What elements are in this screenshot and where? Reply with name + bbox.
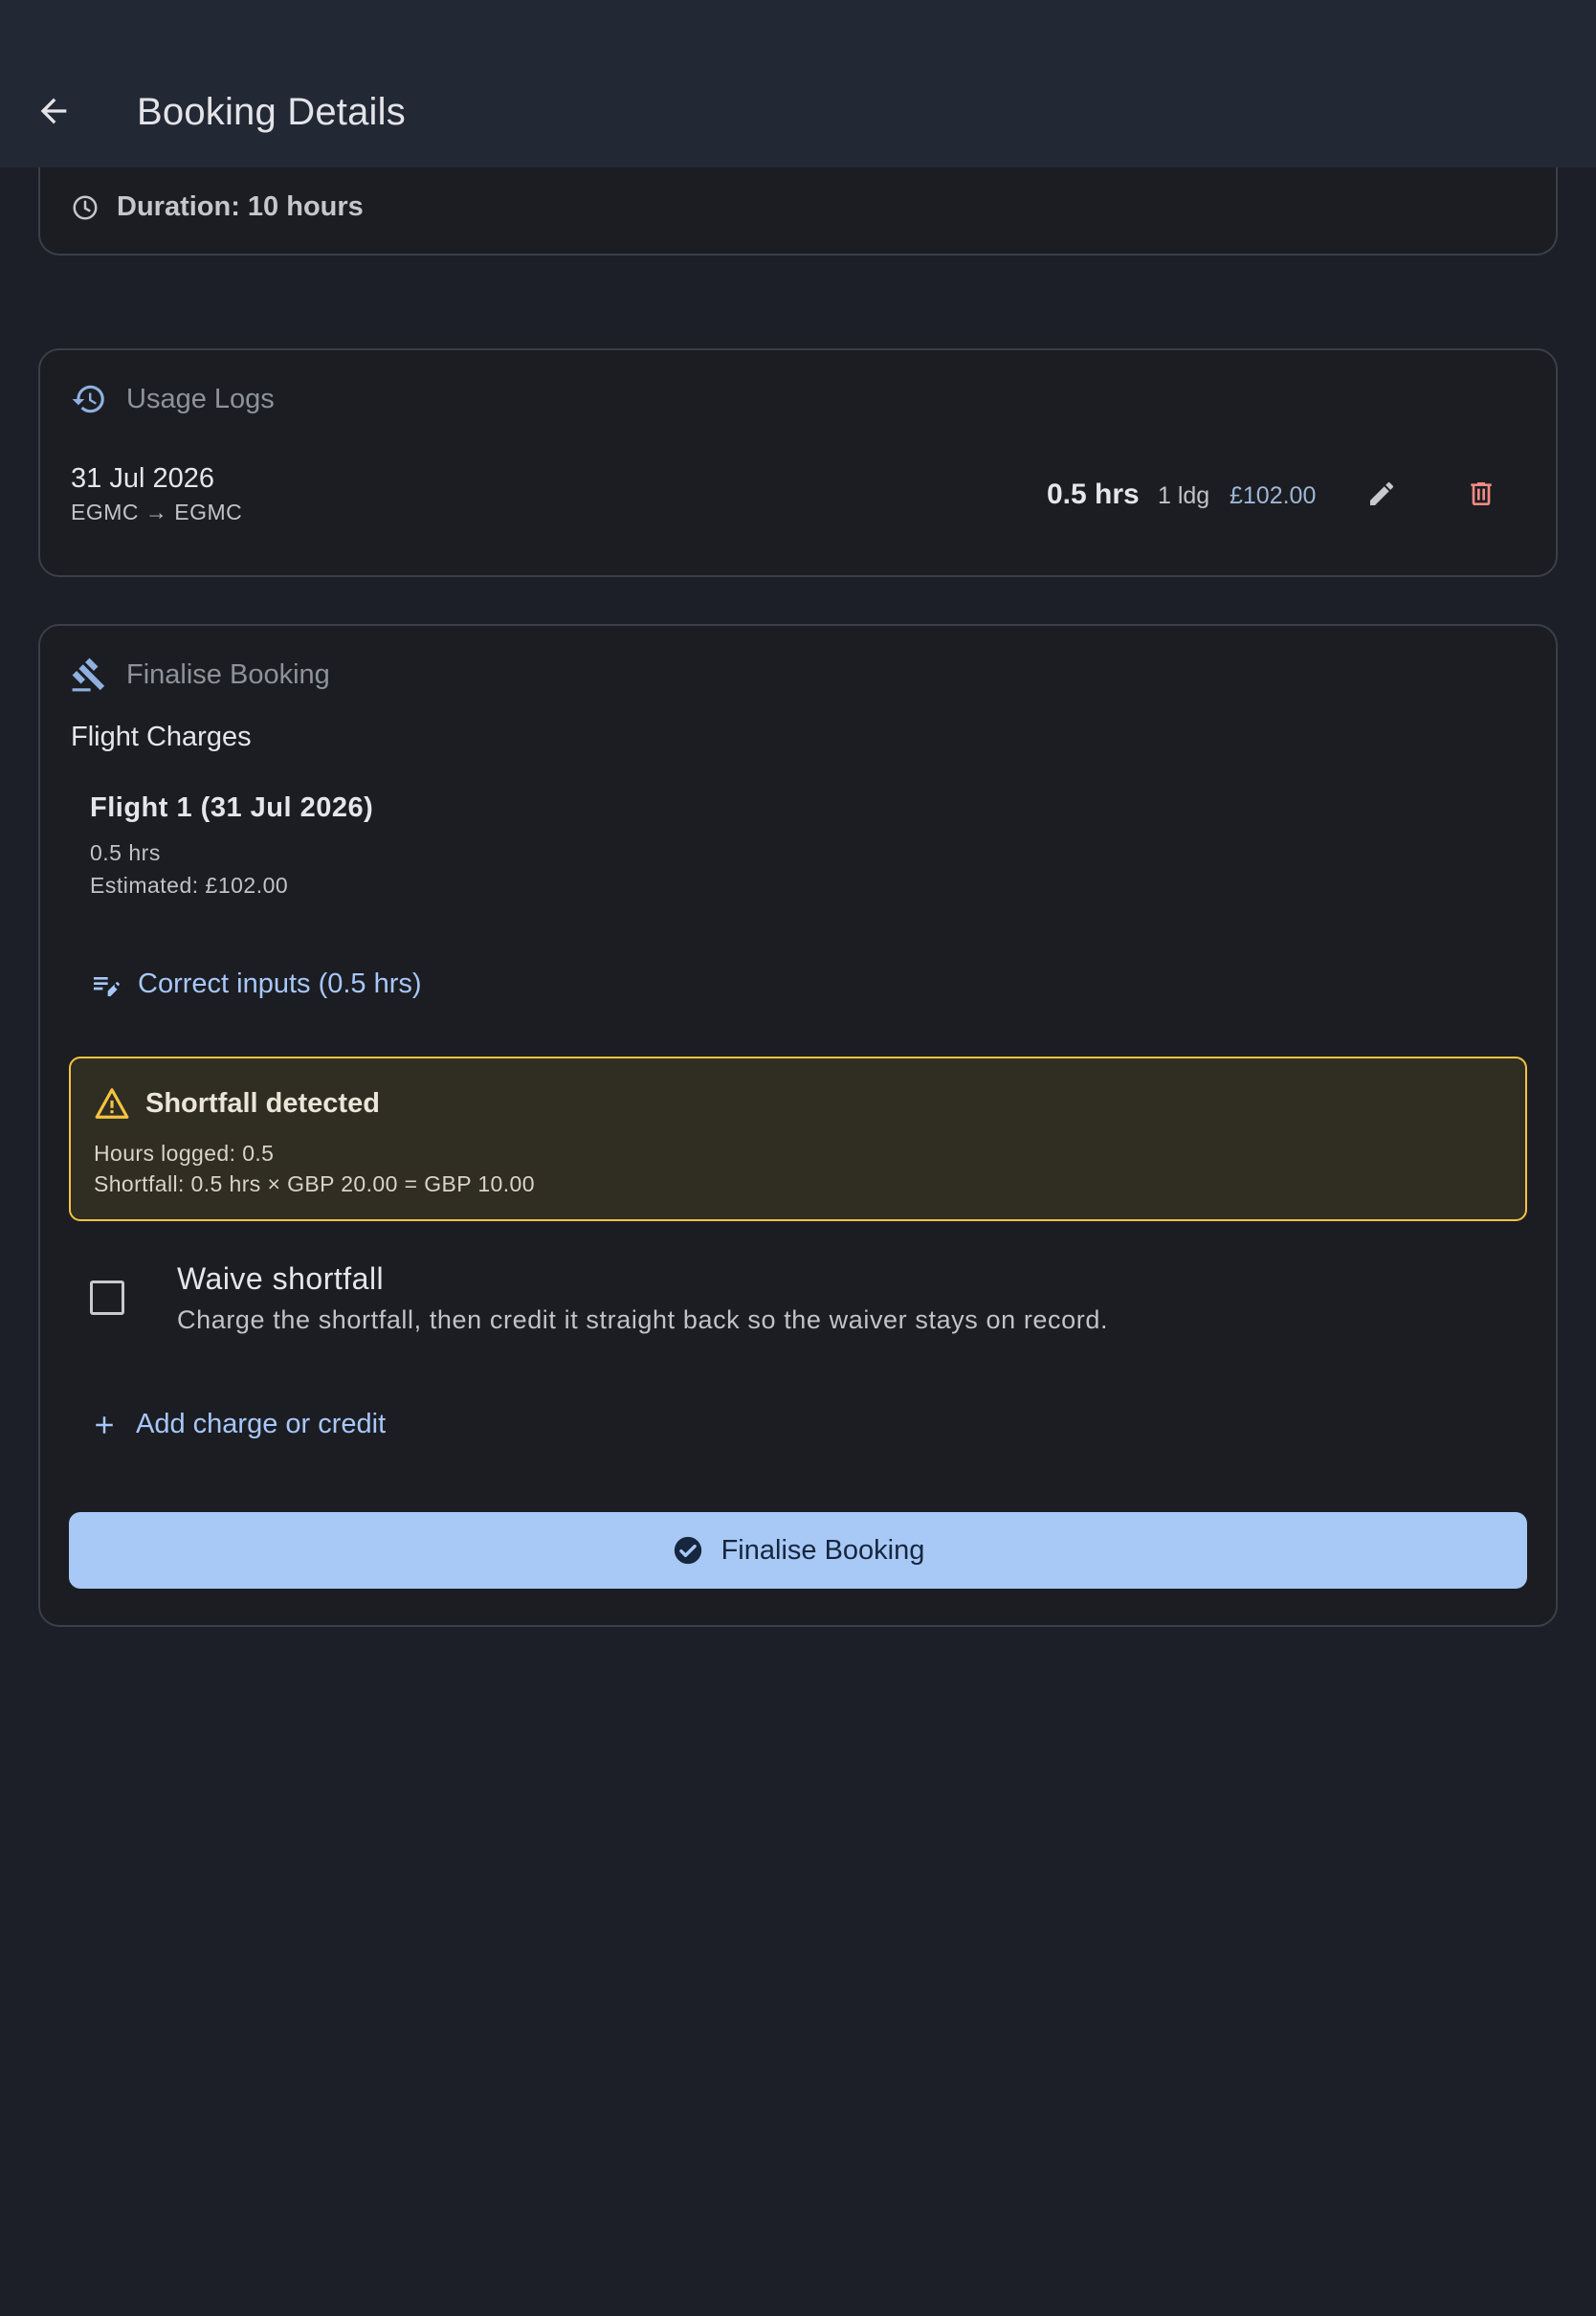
app-bar: Booking Details (0, 0, 1596, 167)
log-hours: 0.5 hrs (1047, 479, 1140, 510)
finalise-title: Finalise Booking (126, 658, 330, 690)
correct-inputs-button[interactable]: Correct inputs (0.5 hrs) (90, 969, 422, 1000)
pencil-icon (1366, 479, 1397, 509)
edit-note-icon (90, 969, 121, 1000)
log-landings: 1 ldg (1158, 482, 1210, 509)
shortfall-calculation: Shortfall: 0.5 hrs × GBP 20.00 = GBP 10.… (94, 1171, 535, 1196)
check-circle-icon (672, 1534, 704, 1567)
warning-icon (94, 1085, 130, 1122)
log-route: EGMC → EGMC (71, 500, 243, 524)
edit-log-button[interactable] (1353, 465, 1410, 523)
waive-shortfall-checkbox[interactable] (90, 1280, 124, 1315)
trash-icon (1466, 479, 1496, 509)
usage-logs-title: Usage Logs (126, 383, 275, 414)
finalise-header: Finalise Booking (71, 657, 330, 693)
page-title: Booking Details (137, 91, 406, 133)
usage-logs-header: Usage Logs (71, 381, 275, 417)
add-charge-button[interactable]: Add charge or credit (90, 1409, 386, 1440)
plus-icon (90, 1411, 119, 1439)
finalise-button-label: Finalise Booking (720, 1534, 925, 1566)
shortfall-hours-logged: Hours logged: 0.5 (94, 1141, 275, 1166)
back-button[interactable] (29, 86, 78, 136)
waive-shortfall-title: Waive shortfall (177, 1261, 385, 1296)
add-charge-label: Add charge or credit (136, 1409, 387, 1439)
history-icon (71, 381, 107, 417)
duration-text: Duration: 10 hours (117, 191, 364, 222)
shortfall-title: Shortfall detected (145, 1087, 380, 1119)
flight-hours: 0.5 hrs (90, 840, 161, 865)
flight-title: Flight 1 (31 Jul 2026) (90, 792, 374, 823)
delete-log-button[interactable] (1452, 465, 1510, 523)
correct-inputs-label: Correct inputs (0.5 hrs) (138, 969, 422, 999)
clock-icon (71, 193, 100, 222)
duration-row: Duration: 10 hours (71, 191, 364, 223)
waive-shortfall-description: Charge the shortfall, then credit it str… (177, 1305, 1109, 1334)
shortfall-alert: Shortfall detected Hours logged: 0.5 Sho… (69, 1057, 1527, 1221)
log-cost: £102.00 (1230, 482, 1317, 509)
shortfall-title-row: Shortfall detected (94, 1085, 380, 1122)
finalise-booking-card: Finalise Booking Flight Charges Flight 1… (38, 624, 1558, 1627)
finalise-booking-button[interactable]: Finalise Booking (69, 1512, 1527, 1589)
flight-estimate: Estimated: £102.00 (90, 873, 289, 898)
arrow-back-icon (34, 92, 73, 130)
gavel-icon (71, 657, 107, 693)
usage-logs-card: Usage Logs 31 Jul 2026 EGMC → EGMC 0.5 h… (38, 348, 1558, 577)
log-date: 31 Jul 2026 (71, 463, 214, 494)
flight-charges-heading: Flight Charges (71, 722, 252, 752)
